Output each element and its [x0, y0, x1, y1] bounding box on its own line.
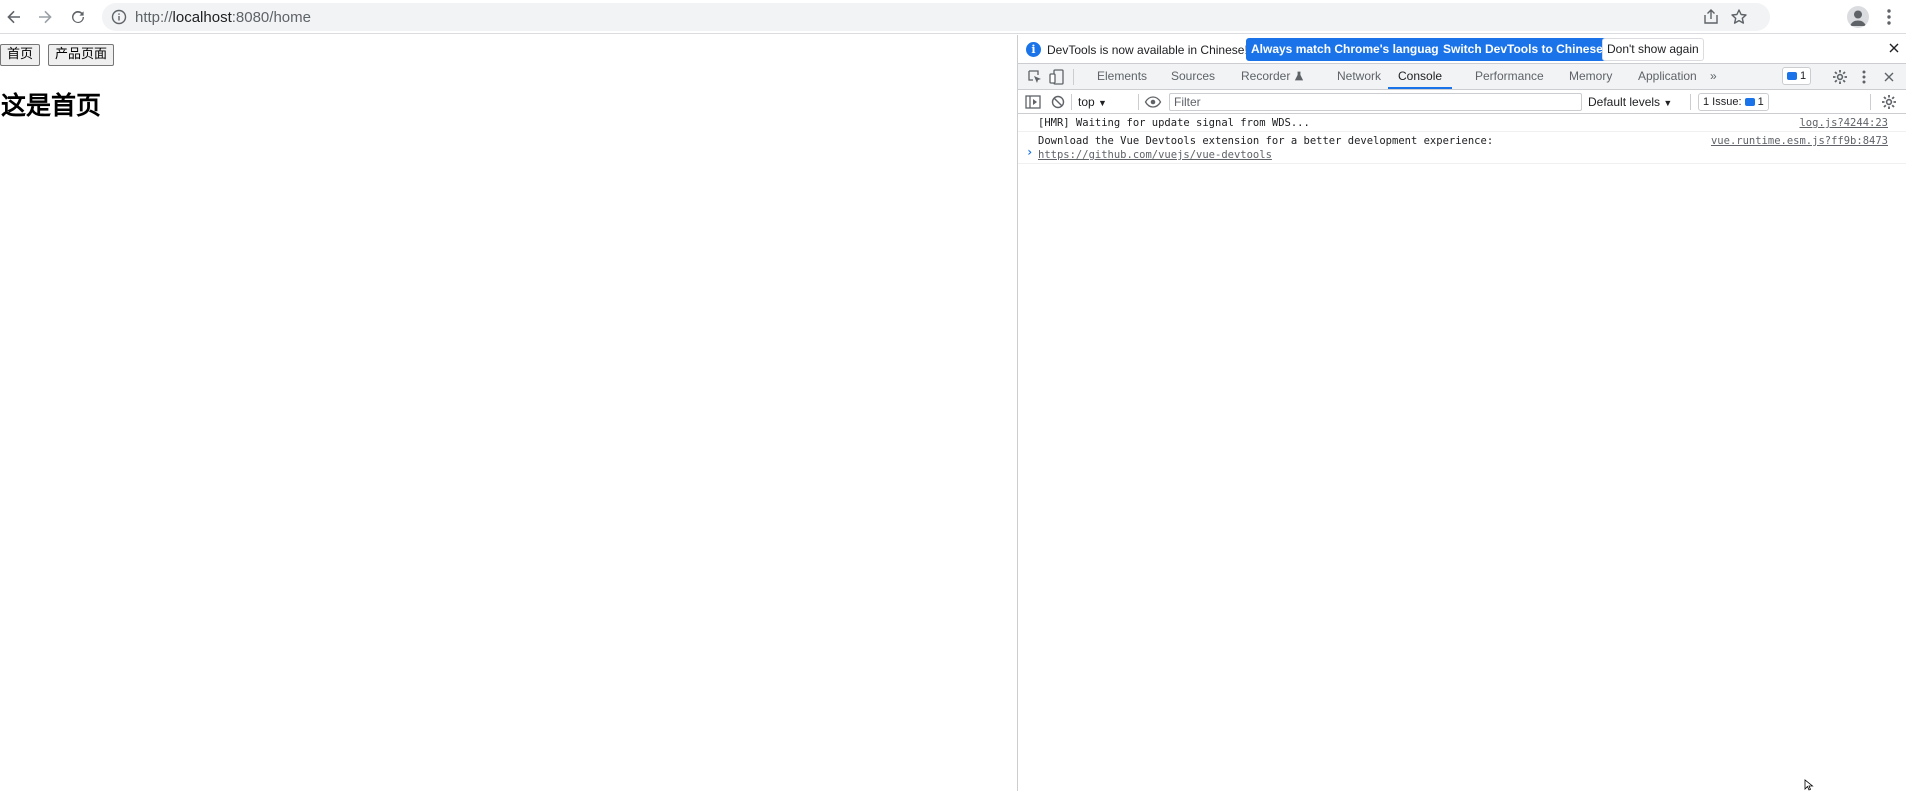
context-value: top	[1078, 95, 1095, 109]
tab-console[interactable]: Console	[1388, 64, 1453, 89]
divider	[1870, 94, 1871, 110]
devtools-panel: i DevTools is now available in Chinese! …	[1017, 35, 1906, 791]
log-levels-dropdown[interactable]: Default levels ▼	[1588, 93, 1672, 111]
arrow-left-icon	[7, 10, 20, 24]
issues-count: 1	[1800, 70, 1807, 82]
console-message: [HMR] Waiting for update signal from WDS…	[1018, 114, 1906, 132]
switch-to-chinese-button[interactable]: Switch DevTools to Chinese	[1438, 38, 1608, 61]
avatar-icon[interactable]	[1847, 6, 1869, 28]
gear-icon[interactable]	[1880, 93, 1898, 111]
tab-memory[interactable]: Memory	[1559, 64, 1622, 89]
close-icon[interactable]	[1886, 40, 1902, 56]
divider	[1071, 94, 1072, 110]
tab-recorder[interactable]: Recorder	[1231, 64, 1314, 89]
console-url-link[interactable]: https://github.com/vuejs/vue-devtools	[1038, 149, 1272, 161]
mouse-cursor-icon	[1804, 779, 1814, 791]
device-toolbar-icon[interactable]	[1048, 68, 1066, 86]
language-infobar: i DevTools is now available in Chinese! …	[1018, 35, 1906, 64]
console-message-text: Download the Vue Devtools extension for …	[1038, 135, 1494, 147]
kebab-menu-icon[interactable]	[1855, 68, 1873, 86]
dont-show-again-button[interactable]: Don't show again	[1602, 38, 1704, 61]
url-path: :8080/home	[231, 9, 311, 26]
issues-badge[interactable]: 1	[1782, 67, 1812, 85]
message-icon	[1744, 98, 1755, 106]
tab-application[interactable]: Application	[1628, 64, 1707, 89]
triangle-down-icon: ▼	[1098, 98, 1107, 108]
tab-network[interactable]: Network	[1327, 64, 1391, 89]
reload-button[interactable]	[66, 5, 90, 29]
share-icon[interactable]	[1702, 8, 1720, 26]
page-title: 这是首页	[1, 91, 102, 120]
arrow-right-icon	[39, 10, 52, 24]
url-scheme: http://	[135, 9, 173, 26]
close-icon[interactable]	[1880, 68, 1898, 86]
filter-input[interactable]	[1169, 93, 1582, 111]
context-selector[interactable]: top ▼	[1078, 93, 1107, 111]
infobar-message: DevTools is now available in Chinese!	[1047, 43, 1248, 57]
kebab-menu-icon[interactable]	[1884, 7, 1894, 27]
more-tabs-button[interactable]: »	[1700, 64, 1727, 89]
eye-icon[interactable]	[1144, 93, 1162, 111]
issues-label: 1 Issue:	[1703, 96, 1742, 108]
address-bar[interactable]: http://localhost:8080/home	[102, 3, 1770, 31]
gear-icon[interactable]	[1831, 68, 1849, 86]
info-icon: i	[1026, 42, 1041, 57]
devtools-tabbar: Elements Sources Recorder Network Consol…	[1018, 64, 1906, 90]
tab-elements[interactable]: Elements	[1087, 64, 1157, 89]
console-source-link[interactable]: vue.runtime.esm.js?ff9b:8473	[1711, 135, 1888, 147]
tab-recorder-label: Recorder	[1241, 69, 1291, 83]
divider	[1073, 69, 1074, 85]
product-page-button[interactable]: 产品页面	[48, 44, 115, 66]
always-match-language-button[interactable]: Always match Chrome's language	[1246, 38, 1451, 61]
log-levels-value: Default levels	[1588, 95, 1661, 109]
url-host: localhost	[172, 9, 232, 26]
reload-icon	[72, 10, 84, 23]
message-icon	[1787, 72, 1797, 80]
console-source-link[interactable]: log.js?4244:23	[1799, 117, 1888, 129]
url-text: http://localhost:8080/home	[135, 9, 311, 26]
flask-icon	[1294, 71, 1303, 81]
divider	[1690, 94, 1691, 110]
tab-performance[interactable]: Performance	[1465, 64, 1554, 89]
console-message: Download the Vue Devtools extension for …	[1018, 132, 1906, 164]
home-button[interactable]: 首页	[0, 44, 41, 66]
console-toolbar: top ▼ Default levels ▼ 1 Issue: 1	[1018, 90, 1906, 114]
issues-count: 1	[1757, 96, 1764, 108]
triangle-down-icon: ▼	[1663, 98, 1673, 108]
info-icon[interactable]	[111, 9, 127, 25]
sidebar-toggle-icon[interactable]	[1024, 93, 1042, 111]
issues-button[interactable]: 1 Issue: 1	[1698, 93, 1769, 111]
console-messages: [HMR] Waiting for update signal from WDS…	[1018, 114, 1906, 164]
inspect-element-icon[interactable]	[1026, 68, 1044, 86]
star-icon[interactable]	[1730, 8, 1748, 26]
page-viewport: 首页 产品页面 这是首页	[0, 35, 1017, 791]
tab-sources[interactable]: Sources	[1161, 64, 1225, 89]
clear-console-icon[interactable]	[1049, 93, 1067, 111]
console-message-text: [HMR] Waiting for update signal from WDS…	[1038, 117, 1310, 129]
console-prompt[interactable]: ›	[1026, 145, 1033, 159]
forward-button[interactable]	[33, 5, 57, 29]
back-button[interactable]	[2, 5, 26, 29]
browser-toolbar: http://localhost:8080/home	[0, 0, 1906, 34]
divider	[1138, 94, 1139, 110]
